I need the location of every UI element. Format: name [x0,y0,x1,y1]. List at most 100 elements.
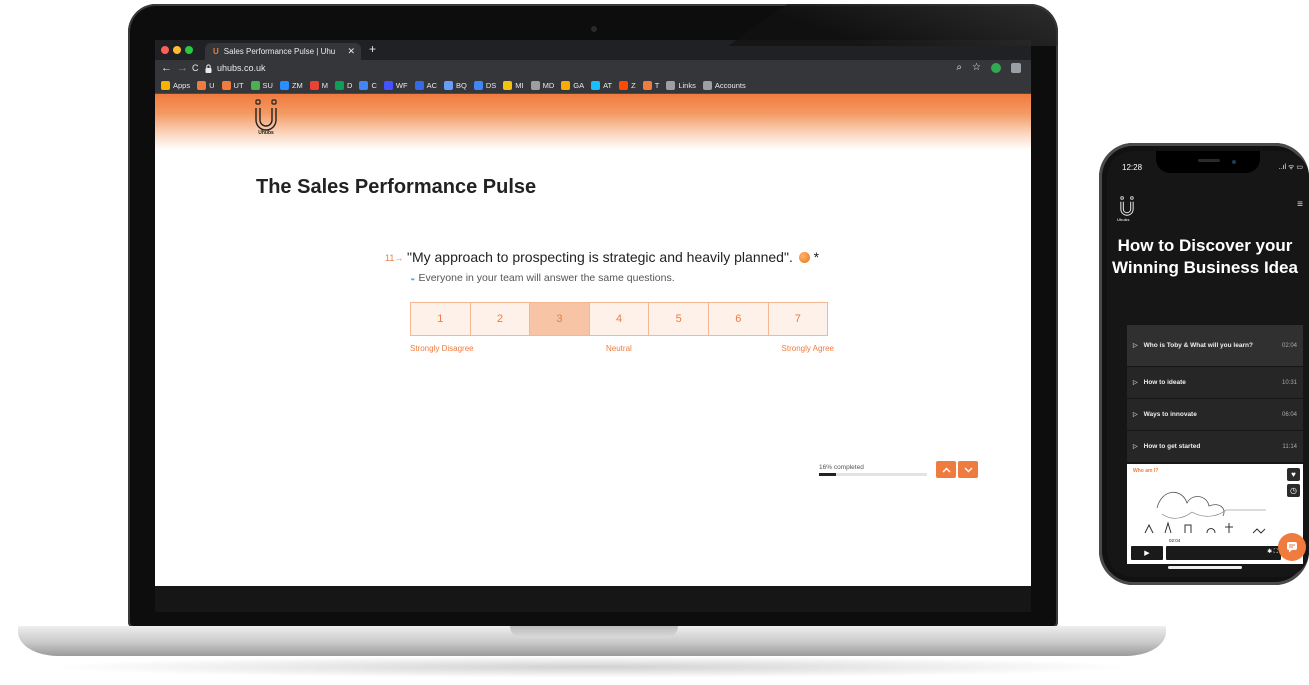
bookmark-item[interactable]: BQ [443,81,467,90]
bookmark-item[interactable]: AT [591,81,612,90]
minimize-window-button[interactable] [173,46,181,54]
video-player[interactable]: Who am I? ♥ ◷ ▶ 02:04 ✱ ⛶ [1127,464,1303,564]
bookmark-item[interactable]: MI [503,81,524,90]
page-title: The Sales Performance Pulse [256,176,537,198]
progress-bar-fill [819,473,837,476]
bookmark-item[interactable]: DS [473,81,496,90]
lesson-title: Who is Toby & What will you learn? [1143,342,1253,349]
url-field[interactable]: uhubs.co.uk [217,63,266,73]
video-settings-fullscreen-icon[interactable]: ✱ ⛶ [1267,548,1278,556]
lesson-item[interactable]: ▷ Who is Toby & What will you learn? 02:04 [1127,325,1303,367]
profile-avatar-icon[interactable] [991,62,1001,73]
extension-icon[interactable] [1011,62,1021,73]
uhubs-favicon-icon: U [213,47,219,56]
laptop-bezel [155,586,1031,612]
bookmark-item[interactable]: WF [383,81,408,90]
bookmark-favicon-icon [197,81,207,90]
video-sketch-illustration [1144,491,1266,534]
watch-later-clock-icon[interactable]: ◷ [1287,484,1300,497]
browser-address-bar: ← → C uhubs.co.uk ⌕ ☆ [155,60,1031,78]
bookmark-label: U [209,81,215,90]
maximize-window-button[interactable] [185,46,193,54]
bookmark-item[interactable]: Z [619,81,636,90]
survey-page: Uhubs The Sales Performance Pulse 11→ "M… [155,94,1031,586]
reload-icon[interactable]: C [192,63,199,73]
play-button[interactable]: ▶ [1131,546,1163,560]
video-controls: ▶ 02:04 ✱ ⛶ [1131,538,1281,560]
bookmark-label: Z [631,81,636,90]
bookmark-label: AC [426,81,437,90]
scale-option-5[interactable]: 5 [648,302,709,336]
bookmark-item[interactable]: Apps [161,81,190,90]
bookmark-favicon-icon [591,81,601,90]
bookmark-label: M [321,81,329,90]
progress-label: 16% completed [819,464,864,471]
address-bar-actions: ⌕ ☆ [956,62,1021,73]
bookmark-label: Accounts [714,81,746,90]
bookmark-item[interactable]: AC [414,81,437,90]
lock-icon [205,64,212,73]
bookmark-label: MI [515,81,524,90]
orange-header-gradient [155,94,1031,150]
scale-option-2[interactable]: 2 [469,302,531,336]
bookmark-label: C [371,81,377,90]
new-tab-button[interactable]: + [369,42,376,56]
bookmark-item[interactable]: D [335,81,352,90]
chat-bubble-icon [1287,542,1297,553]
bookmark-item[interactable]: Links [666,81,696,90]
phone-camera [1232,160,1236,164]
hamburger-menu-icon[interactable]: ≡ [1297,199,1303,210]
scale-option-4[interactable]: 4 [588,302,650,336]
previous-question-button[interactable] [936,461,956,478]
bookmark-favicon-icon [642,81,652,90]
scale-option-6[interactable]: 6 [707,302,769,336]
scale-option-7[interactable]: 7 [767,302,829,336]
bookmark-item[interactable]: Accounts [702,81,746,90]
like-heart-icon[interactable]: ♥ [1287,468,1300,481]
bookmark-label: AT [603,81,613,90]
team-emoji-icon: ◒ [410,273,416,283]
phone-speaker [1198,159,1220,162]
bookmark-label: ZM [291,81,303,90]
course-title: How to Discover your Winning Business Id… [1112,236,1298,277]
bookmark-item[interactable]: U [197,81,215,90]
bookmark-item[interactable]: ZM [279,81,303,90]
bookmark-label: GA [573,81,585,90]
video-timestamp: 02:04 [1168,538,1182,543]
chat-button[interactable] [1278,533,1306,561]
chevron-up-icon [942,467,950,472]
lesson-duration: 11:14 [1282,443,1297,450]
bookmark-item[interactable]: MD [530,81,554,90]
bookmark-favicon-icon [473,81,483,90]
lesson-list: ▷ Who is Toby & What will you learn? 02:04… [1127,325,1303,463]
phone-time: 12:28 [1122,163,1143,172]
close-window-button[interactable] [161,46,169,54]
lesson-title: How to get started [1143,443,1201,450]
bookmark-item[interactable]: M [309,81,329,90]
video-title: Who am I? [1133,468,1159,474]
bookmark-item[interactable]: SU [250,81,273,90]
bookmark-item[interactable]: C [359,81,377,90]
browser-tab-active[interactable]: U Sales Performance Pulse | Uhu ✕ [205,43,361,60]
forward-arrow-icon[interactable]: → [177,62,188,74]
tab-title: Sales Performance Pulse | Uhu [223,47,336,56]
bookmark-label: SU [262,81,273,90]
lesson-item[interactable]: ▷ How to ideate 10:31 [1127,367,1303,399]
lesson-item[interactable]: ▷ How to get started 11:14 [1127,431,1303,463]
bookmark-item[interactable]: T [642,81,659,90]
bookmark-item[interactable]: GA [561,81,584,90]
bookmark-favicon-icon [279,81,289,90]
laptop-screen: U Sales Performance Pulse | Uhu ✕ + ← → C… [155,40,1031,586]
bookmark-item[interactable]: UT [221,81,244,90]
back-arrow-icon[interactable]: ← [161,62,172,74]
lesson-item[interactable]: ▷ Ways to innovate 06:04 [1127,399,1303,431]
tab-close-icon[interactable]: ✕ [347,43,355,60]
scale-option-1[interactable]: 1 [410,302,471,336]
zoom-search-icon[interactable]: ⌕ [956,62,962,73]
lesson-title: How to ideate [1143,379,1186,386]
video-progress-bar[interactable]: 02:04 ✱ ⛶ [1166,538,1281,560]
phone-status-icons: ..ıl ᯤ ▭ [1278,164,1303,171]
scale-option-3[interactable]: 3 [529,302,590,336]
bookmark-star-icon[interactable]: ☆ [972,62,981,73]
next-question-button[interactable] [958,461,978,478]
